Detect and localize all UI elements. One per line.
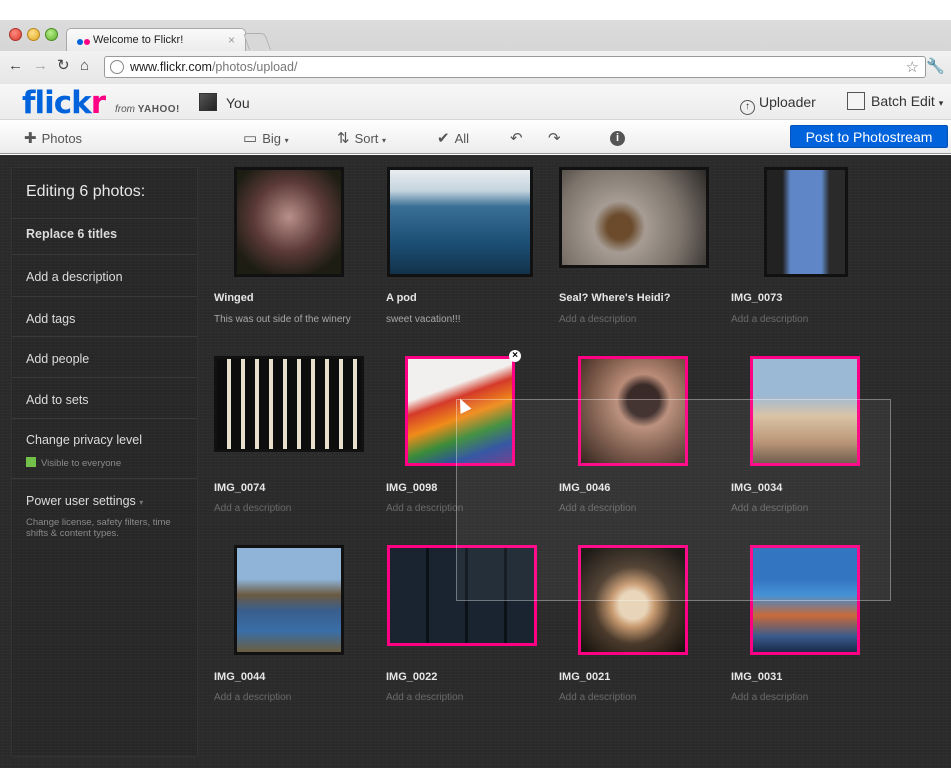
photo-title[interactable]: IMG_0021	[559, 671, 610, 683]
address-bar[interactable]: www.flickr.com/photos/upload/ ☆	[104, 56, 926, 78]
back-arrow-icon[interactable]: ←	[8, 58, 23, 74]
zoom-window-button[interactable]	[45, 28, 58, 41]
photo-title[interactable]: IMG_0098	[386, 482, 437, 494]
photo-description[interactable]: Add a description	[559, 503, 636, 514]
minimize-window-button[interactable]	[27, 28, 40, 41]
power-user-description: Change license, safety filters, time shi…	[26, 517, 171, 539]
tab-close-icon[interactable]: ×	[228, 33, 235, 47]
forward-arrow-icon[interactable]: →	[33, 58, 48, 74]
photo-description[interactable]: Add a description	[731, 503, 808, 514]
photo-editing-area: Editing 6 photos: Replace 6 titles Add a…	[0, 155, 951, 768]
photo-thumbnail[interactable]	[764, 167, 848, 277]
divider	[12, 296, 197, 297]
home-icon[interactable]: ⌂	[80, 58, 89, 74]
photo-description[interactable]: Add a description	[731, 314, 808, 325]
power-user-settings-link[interactable]: Power user settings ▾	[26, 494, 143, 508]
post-to-photostream-button[interactable]: Post to Photostream	[790, 125, 948, 148]
uploader-link[interactable]: ↑ Uploader	[740, 94, 816, 115]
browser-chrome: Welcome to Flickr! × ← → ↻ ⌂ www.flickr.…	[0, 20, 951, 84]
rotate-left-icon[interactable]: ↶	[510, 129, 528, 147]
photo-description[interactable]: Add a description	[386, 692, 463, 703]
photo-thumbnail[interactable]	[387, 167, 533, 277]
divider	[12, 254, 197, 255]
photo-title[interactable]: Seal? Where's Heidi?	[559, 292, 670, 304]
size-menu[interactable]: ▭ Big ▾	[243, 129, 289, 147]
you-menu[interactable]: You	[226, 95, 250, 111]
photo-title[interactable]: IMG_0044	[214, 671, 265, 683]
replace-titles-link[interactable]: Replace 6 titles	[26, 227, 117, 241]
navigation-bar: ← → ↻ ⌂ www.flickr.com/photos/upload/ ☆ …	[0, 51, 951, 84]
photo-description[interactable]: Add a description	[731, 692, 808, 703]
tab-title: Welcome to Flickr!	[93, 34, 184, 46]
flickr-header: flickr from YAHOO! You ↑ Uploader Batch E…	[0, 84, 951, 121]
batch-edit-sidebar: Editing 6 photos: Replace 6 titles Add a…	[11, 167, 198, 757]
image-size-icon: ▭	[243, 130, 258, 147]
add-tags-link[interactable]: Add tags	[26, 312, 75, 326]
photo-thumbnail-selected[interactable]	[578, 356, 688, 466]
photo-thumbnail-selected[interactable]	[578, 545, 688, 655]
batch-edit-menu[interactable]: Batch Edit ▾	[847, 92, 943, 110]
divider	[12, 218, 197, 219]
photo-title[interactable]: IMG_0034	[731, 482, 782, 494]
new-tab-button[interactable]	[242, 33, 272, 50]
photo-thumbnail-selected[interactable]	[750, 356, 860, 466]
plus-icon: ✚	[24, 130, 37, 147]
photo-title[interactable]: Winged	[214, 292, 254, 304]
photo-description[interactable]: Add a description	[214, 503, 291, 514]
divider	[12, 336, 197, 337]
photo-title[interactable]: IMG_0031	[731, 671, 782, 683]
wrench-icon[interactable]: 🔧	[926, 57, 945, 75]
checkmark-icon: ✔	[437, 130, 450, 147]
flickr-logo[interactable]: flickr	[22, 85, 106, 121]
close-window-button[interactable]	[9, 28, 22, 41]
add-to-sets-link[interactable]: Add to sets	[26, 393, 89, 407]
rotate-right-icon[interactable]: ↷	[548, 129, 566, 147]
photo-description[interactable]: Add a description	[386, 503, 463, 514]
photo-title[interactable]: IMG_0074	[214, 482, 265, 494]
change-privacy-link[interactable]: Change privacy level	[26, 433, 142, 447]
privacy-status-icon	[26, 457, 36, 467]
sort-menu[interactable]: ⇅ Sort ▾	[337, 129, 386, 147]
info-icon[interactable]: i	[610, 129, 630, 146]
photo-thumbnail-selected[interactable]	[750, 545, 860, 655]
divider	[12, 418, 197, 419]
add-people-link[interactable]: Add people	[26, 352, 89, 366]
divider	[12, 377, 197, 378]
photo-thumbnail[interactable]	[234, 545, 344, 655]
photo-thumbnail-selected[interactable]	[387, 545, 537, 646]
photo-description[interactable]: Add a description	[559, 692, 636, 703]
uploader-toolbar: ✚ Photos ▭ Big ▾ ⇅ Sort ▾ ✔ All ↶ ↷ i Post t…	[0, 120, 951, 154]
photo-thumbnail[interactable]	[234, 167, 344, 277]
flickr-favicon-icon	[77, 36, 91, 45]
photo-title[interactable]: IMG_0073	[731, 292, 782, 304]
privacy-status: Visible to everyone	[26, 457, 186, 469]
photo-title[interactable]: IMG_0022	[386, 671, 437, 683]
reload-icon[interactable]: ↻	[57, 58, 70, 74]
photo-description[interactable]: This was out side of the winery	[214, 314, 351, 325]
from-yahoo-label: from YAHOO!	[115, 104, 180, 115]
select-all-button[interactable]: ✔ All	[437, 129, 469, 147]
globe-icon	[110, 60, 124, 74]
photo-title[interactable]: IMG_0046	[559, 482, 610, 494]
remove-photo-icon[interactable]: ×	[509, 350, 521, 362]
batch-edit-icon	[847, 92, 865, 110]
photo-title[interactable]: A pod	[386, 292, 417, 304]
browser-tab[interactable]: Welcome to Flickr! ×	[66, 28, 246, 51]
buddy-icon[interactable]	[199, 93, 217, 111]
photo-description[interactable]: sweet vacation!!!	[386, 314, 460, 325]
sort-arrows-icon: ⇅	[337, 130, 350, 147]
add-description-link[interactable]: Add a description	[26, 270, 123, 284]
bookmark-star-icon[interactable]: ☆	[906, 58, 919, 76]
photo-thumbnail[interactable]	[559, 167, 709, 268]
upload-arrow-icon: ↑	[740, 100, 755, 115]
photo-description[interactable]: Add a description	[559, 314, 636, 325]
url-text: www.flickr.com/photos/upload/	[130, 60, 298, 74]
photo-description[interactable]: Add a description	[214, 692, 291, 703]
divider	[12, 478, 197, 479]
photo-thumbnail[interactable]	[214, 356, 364, 452]
editing-count-title: Editing 6 photos:	[26, 183, 146, 200]
add-photos-button[interactable]: ✚ Photos	[24, 129, 82, 147]
